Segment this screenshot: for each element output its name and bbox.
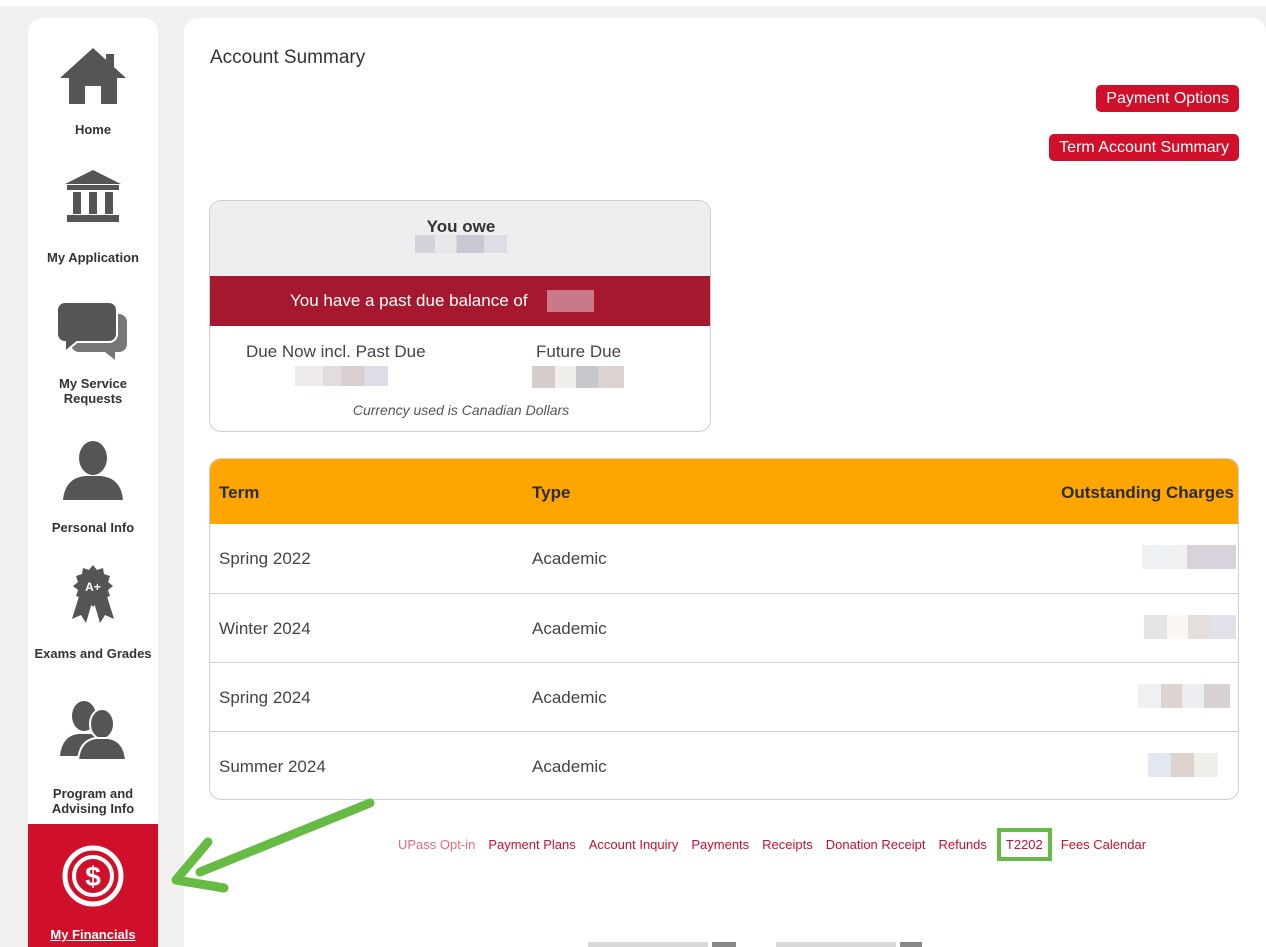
sidebar-item-program-and-advising-info[interactable]: Program and Advising Info [28, 688, 158, 824]
sidebar-item-label: My Financials [50, 927, 136, 942]
chat-bubbles-icon [28, 300, 158, 360]
financial-links: UPass Opt-in Payment Plans Account Inqui… [398, 827, 1159, 861]
cell-type: Academic [532, 619, 607, 638]
bottom-control-partial [588, 942, 708, 947]
cell-outstanding-redacted [1148, 753, 1218, 777]
table-row: Winter 2024 Academic [210, 593, 1238, 662]
past-due-text: You have a past due balance of [290, 291, 528, 310]
sidebar-item-exams-and-grades[interactable]: A+ Exams and Grades [28, 558, 158, 688]
cell-outstanding-redacted [1138, 684, 1230, 708]
cell-term: Winter 2024 [219, 619, 311, 638]
bottom-control-partial [712, 942, 736, 947]
sidebar-item-label: My Service Requests [59, 376, 127, 406]
future-due-label: Future Due [536, 342, 622, 361]
bottom-control-partial [900, 942, 922, 947]
column-header-type: Type [532, 483, 571, 502]
table-row: Spring 2022 Academic [210, 524, 1238, 593]
cell-term: Spring 2024 [219, 688, 311, 707]
sidebar-item-home[interactable]: Home [28, 18, 158, 158]
payment-options-button[interactable]: Payment Options [1096, 85, 1239, 112]
bottom-control-partial [776, 942, 896, 947]
future-due-amount-redacted [532, 366, 624, 388]
cell-term: Summer 2024 [219, 757, 326, 776]
link-t2202[interactable]: T2202 [996, 827, 1052, 861]
link-fees-calendar[interactable]: Fees Calendar [1061, 837, 1146, 852]
main-panel: Account Summary Payment Options Term Acc… [184, 18, 1266, 947]
sidebar-item-personal-info[interactable]: Personal Info [28, 428, 158, 558]
person-icon [28, 440, 158, 500]
outstanding-charges-table: Term Type Outstanding Charges Spring 202… [209, 458, 1239, 800]
sidebar-item-label: Program and Advising Info [51, 786, 135, 816]
bank-icon [28, 168, 158, 224]
past-due-banner: You have a past due balance of [210, 276, 710, 326]
link-refunds[interactable]: Refunds [938, 837, 986, 852]
table-row: Summer 2024 Academic [210, 731, 1238, 799]
sidebar-item-my-financials[interactable]: $ My Financials [28, 824, 158, 947]
dollar-coin-icon: $ [28, 844, 158, 908]
page-title: Account Summary [210, 47, 366, 68]
link-payments[interactable]: Payments [691, 837, 749, 852]
award-ribbon-icon: A+ [28, 563, 158, 623]
sidebar-nav: Home My Application My Service Requests [28, 18, 158, 947]
top-strip [0, 0, 1266, 6]
sidebar-item-label: Personal Info [51, 520, 135, 535]
link-donation-receipt[interactable]: Donation Receipt [826, 837, 926, 852]
past-due-amount-redacted [547, 290, 594, 312]
link-account-inquiry[interactable]: Account Inquiry [589, 837, 679, 852]
cell-outstanding-redacted [1144, 615, 1236, 639]
term-account-summary-button[interactable]: Term Account Summary [1049, 134, 1239, 161]
sidebar-item-label: Exams and Grades [34, 646, 152, 661]
due-now-label: Due Now incl. Past Due [246, 342, 426, 361]
amount-redacted [415, 235, 507, 253]
cell-type: Academic [532, 688, 607, 707]
column-header-term: Term [219, 483, 260, 502]
house-icon [28, 46, 158, 106]
currency-note: Currency used is Canadian Dollars [352, 402, 570, 418]
cell-type: Academic [532, 757, 607, 776]
table-header: Term Type Outstanding Charges [210, 459, 1238, 524]
people-icon [28, 700, 158, 760]
column-header-outstanding-charges: Outstanding Charges [1061, 483, 1234, 502]
you-owe-label: You owe [426, 217, 496, 236]
due-now-amount-redacted [295, 366, 388, 386]
cell-type: Academic [532, 549, 607, 568]
link-upass-opt-in[interactable]: UPass Opt-in [398, 837, 475, 852]
balance-card: You owe You have a past due balance of D… [209, 200, 711, 432]
link-payment-plans[interactable]: Payment Plans [488, 837, 575, 852]
sidebar-item-label: My Application [47, 250, 139, 265]
you-owe-section: You owe [210, 201, 710, 276]
svg-text:A+: A+ [85, 580, 101, 594]
cell-term: Spring 2022 [219, 549, 311, 568]
cell-outstanding-redacted [1142, 545, 1236, 569]
sidebar-item-my-service-requests[interactable]: My Service Requests [28, 282, 158, 428]
sidebar-item-label: Home [74, 122, 112, 137]
link-receipts[interactable]: Receipts [762, 837, 813, 852]
sidebar-item-my-application[interactable]: My Application [28, 158, 158, 282]
table-row: Spring 2024 Academic [210, 662, 1238, 731]
svg-text:$: $ [85, 861, 101, 892]
